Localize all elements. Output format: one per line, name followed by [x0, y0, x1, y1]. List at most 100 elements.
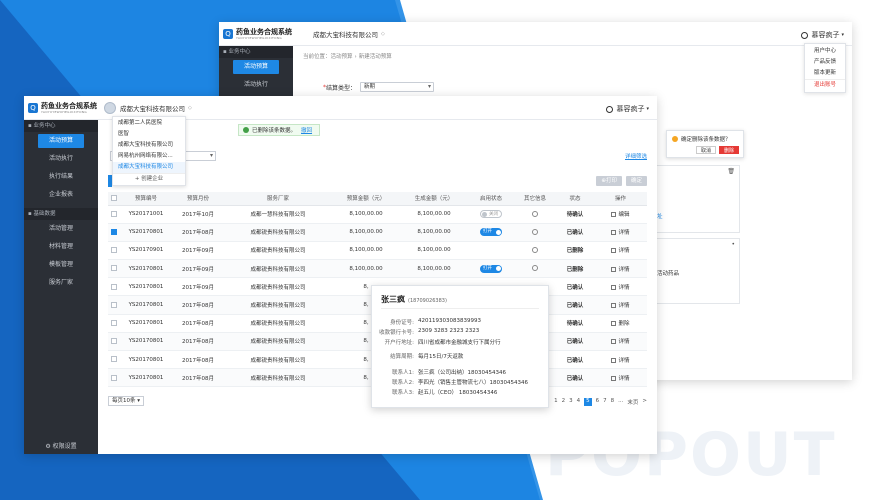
table-row[interactable]: YS201708012017年08月成都锐贵科技有限公司8,100,00.008… [108, 223, 647, 241]
status-toggle[interactable]: 打开 [480, 265, 502, 273]
front-company-selector[interactable]: 成都大宝科技有限公司 ◇ [104, 102, 192, 114]
print-button[interactable]: ⊕打印 [596, 176, 622, 186]
table-row[interactable]: YS201708012017年09月成都锐贵科技有限公司8,100,00.008… [108, 260, 647, 278]
company-option[interactable]: 成都大宝科技有限公司 [113, 140, 185, 151]
row-checkbox[interactable] [111, 265, 117, 271]
page-link[interactable]: 7 [603, 398, 607, 406]
menu-feedback[interactable]: 产品反馈 [805, 57, 845, 68]
sidebar-item-results[interactable]: 执行结果 [24, 168, 98, 186]
breadcrumb-link[interactable]: 活动预算 [331, 54, 353, 60]
row-action[interactable]: 详情 [594, 369, 647, 387]
sidebar-item-reports[interactable]: 企业报表 [24, 186, 98, 204]
row-checkbox[interactable] [111, 320, 117, 326]
sidebar-item-activity-mgmt[interactable]: 活动管理 [24, 220, 98, 238]
sidebar-item-vendors[interactable]: 服务厂家 [24, 274, 98, 292]
page-link[interactable]: 1 [554, 398, 558, 406]
page-link[interactable]: 3 [569, 398, 573, 406]
budget-month: 2017年08月 [172, 296, 224, 314]
header-select-all[interactable] [108, 192, 120, 205]
budget-id: YS20170801 [120, 223, 172, 241]
page-link[interactable]: 2 [562, 398, 566, 406]
row-action[interactable]: 详情 [594, 351, 647, 369]
company-option[interactable]: 医智 [113, 129, 185, 140]
popout-field: 联系人2:李四光（销售主管物流七八）18030454346 [372, 378, 550, 386]
row-action[interactable]: 详情 [594, 260, 647, 278]
menu-user-center[interactable]: 用户中心 [805, 46, 845, 57]
field-label: 开户行地址: [372, 338, 418, 346]
row-checkbox[interactable] [111, 211, 117, 217]
info-icon[interactable] [532, 265, 538, 271]
page-link[interactable]: 4 [577, 398, 581, 406]
row-action[interactable]: 详情 [594, 223, 647, 241]
sidebar-item-budget[interactable]: 活动预算 [38, 134, 84, 148]
undo-link[interactable]: 撤回 [301, 126, 312, 134]
row-checkbox[interactable] [111, 338, 117, 344]
status-toggle[interactable]: 打开 [480, 228, 502, 236]
info-icon[interactable] [532, 247, 538, 253]
sidebar-item-template-mgmt[interactable]: 模板管理 [24, 256, 98, 274]
row-checkbox[interactable] [111, 247, 117, 253]
table-row[interactable]: YS201709012017年09月成都锐贵科技有限公司8,100,00.008… [108, 241, 647, 259]
header-cell: 生成金额（元） [400, 192, 468, 205]
row-action[interactable]: 详情 [594, 296, 647, 314]
sidebar-item-execution[interactable]: 活动执行 [219, 76, 293, 94]
cancel-button[interactable]: 取消 [696, 146, 716, 154]
menu-version[interactable]: 版本更新 [805, 68, 845, 79]
permission-settings[interactable]: ⚙ 权限设置 [24, 441, 98, 450]
status-toggle[interactable]: 关闭 [480, 210, 502, 218]
row-action[interactable]: 详情 [594, 278, 647, 296]
trash-icon[interactable]: 🗑 [727, 168, 735, 175]
row-action[interactable]: 详情 [594, 332, 647, 350]
info-icon[interactable] [532, 211, 538, 217]
delete-button[interactable]: 删除 [719, 146, 739, 154]
page-size-select[interactable]: 每页10条 ▾ [108, 396, 144, 406]
row-action[interactable]: 删除 [594, 314, 647, 332]
field-label: 收款银行卡号: [372, 328, 418, 336]
back-company-selector[interactable]: 成都大宝科技有限公司 ◇ [313, 29, 385, 39]
menu-logout[interactable]: 退出账号 [805, 79, 845, 90]
sidebar-item-budget[interactable]: 活动预算 [233, 60, 279, 74]
row-checkbox[interactable] [111, 284, 117, 290]
field-value: 420119303083839993 [418, 318, 481, 326]
front-user-menu-trigger[interactable]: 慕容疯子 ▾ [606, 104, 649, 114]
page-link[interactable]: 5 [584, 398, 592, 406]
sidebar-item-execution[interactable]: 活动执行 [24, 150, 98, 168]
settlement-type-select[interactable]: 新期 [360, 82, 434, 92]
pagination: 12345678... 末页 > [550, 398, 647, 406]
row-checkbox[interactable] [111, 375, 117, 381]
address-fragment[interactable]: 址 [657, 212, 663, 220]
page-link[interactable]: ... [618, 398, 623, 406]
page-link[interactable]: > [642, 398, 647, 406]
enable-status [468, 241, 514, 259]
row-action[interactable]: 编辑 [594, 205, 647, 223]
advanced-filter-link[interactable]: 详细筛选 [625, 152, 647, 160]
page-link[interactable]: 6 [596, 398, 600, 406]
page-link[interactable]: 8 [611, 398, 615, 406]
warning-icon [672, 136, 678, 142]
back-topbar: Q 药鱼业务合规系统 YAOYUYEWUHEGUIXITONG 成都大宝科技有限… [219, 22, 852, 46]
row-checkbox[interactable] [111, 356, 117, 362]
row-checkbox[interactable] [111, 302, 117, 308]
company-option[interactable]: 网易杭州网络有限公... [113, 151, 185, 162]
confirm-button[interactable]: 确定 [626, 176, 647, 186]
info-icon[interactable] [532, 229, 538, 235]
sidebar-item-material-mgmt[interactable]: 材料管理 [24, 238, 98, 256]
create-company-button[interactable]: + 创建企业 [113, 173, 185, 184]
vendor-name: 成都锐贵科技有限公司 [224, 260, 332, 278]
action-icon [611, 376, 616, 381]
page-link[interactable]: 末页 [627, 398, 638, 406]
action-icon [611, 230, 616, 235]
field-label: 联系人3: [372, 388, 418, 396]
sidebar-group-basic: ▪ 基础数据 [24, 208, 98, 220]
row-action[interactable]: 详情 [594, 241, 647, 259]
company-option[interactable]: 成都第二人民医院 [113, 118, 185, 129]
logo-title: 药鱼业务合规系统 [41, 102, 97, 110]
front-window: Q 药鱼业务合规系统 YAOYUYEWUHEGUIXITONG 成都大宝科技有限… [24, 96, 657, 454]
row-status: 已确认 [556, 332, 594, 350]
row-checkbox[interactable] [111, 229, 117, 235]
table-row[interactable]: YS201710012017年10月成都一慧科技有限公司8,100,00.008… [108, 205, 647, 223]
back-user-menu-trigger[interactable]: 慕容疯子 ▾ [801, 30, 844, 40]
back-company-name: 成都大宝科技有限公司 [313, 29, 378, 39]
company-option-selected[interactable]: 成都大宝科技有限公司 [113, 162, 185, 173]
action-icon [611, 303, 616, 308]
